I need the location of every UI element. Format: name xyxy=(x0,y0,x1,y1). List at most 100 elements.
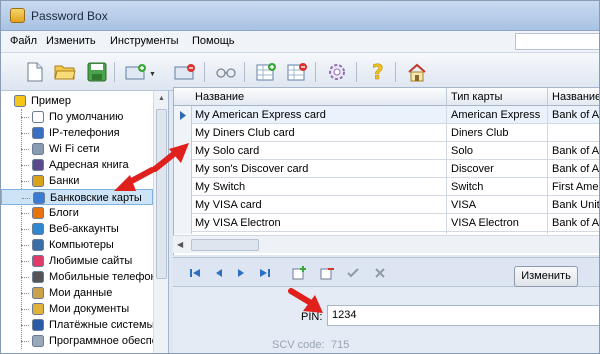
tree-item[interactable]: Программное обеспечение xyxy=(1,333,168,349)
user-icon xyxy=(31,286,45,300)
next-record-icon[interactable] xyxy=(233,266,249,280)
column-separator xyxy=(446,106,447,234)
phone-icon xyxy=(31,126,45,140)
tree-connector xyxy=(21,213,29,214)
gear-icon[interactable] xyxy=(325,60,349,84)
records-grid: Название Тип карты Название My American … xyxy=(173,87,599,255)
tree-item[interactable]: Блоги xyxy=(1,205,153,221)
table-cell[interactable]: VISA xyxy=(451,199,547,211)
tree-item-label: Мои данные xyxy=(49,287,113,299)
table-cell[interactable]: My VISA card xyxy=(195,199,445,211)
heart-icon xyxy=(31,254,45,268)
grid-scroll-thumb[interactable] xyxy=(191,239,259,251)
toolbar-separator xyxy=(356,62,357,82)
table-cell[interactable]: My Solo card xyxy=(195,145,445,157)
table-cell[interactable]: My Diners Club card xyxy=(195,127,445,139)
tree-scrollbar[interactable]: ▲ xyxy=(153,91,168,353)
insert-record-icon[interactable] xyxy=(291,266,307,280)
column-separator[interactable] xyxy=(446,88,447,106)
new-document-icon[interactable] xyxy=(23,60,47,84)
post-edit-icon[interactable] xyxy=(345,266,361,280)
table-cell[interactable]: American Express xyxy=(451,109,547,121)
delete-record-nav-icon[interactable] xyxy=(319,266,335,280)
tree-item[interactable]: Платёжные системы xyxy=(1,317,155,333)
grid-horizontal-scrollbar[interactable]: ◀ xyxy=(173,235,599,253)
table-row[interactable]: My VISA Electron VISA Electron Bank of Am xyxy=(192,214,599,232)
tree-item-label: IP-телефония xyxy=(49,127,120,139)
first-record-icon[interactable] xyxy=(187,266,203,280)
book-icon xyxy=(31,158,45,172)
tree-item-label: Любимые сайты xyxy=(49,255,133,267)
table-row[interactable]: My VISA card VISA Bank Unite xyxy=(192,196,599,214)
table-cell[interactable]: Bank of Am xyxy=(552,217,599,229)
table-cell[interactable]: My son's Discover card xyxy=(195,163,445,175)
tree-item-label: Мобильные телефоны xyxy=(49,271,165,283)
edit-button[interactable]: Изменить xyxy=(514,266,578,287)
blank-document-icon xyxy=(31,110,45,124)
table-cell[interactable]: VISA Electron xyxy=(451,217,547,229)
table-cell[interactable]: My Switch xyxy=(195,181,445,193)
tree-connector xyxy=(21,261,29,262)
menu-file[interactable]: Файл xyxy=(10,35,37,47)
table-cell[interactable]: Bank of Am xyxy=(552,145,599,157)
delete-item-icon[interactable] xyxy=(173,60,197,84)
table-cell[interactable]: Bank Unite xyxy=(552,199,599,211)
help-icon[interactable]: ? xyxy=(366,60,390,84)
tree-item[interactable]: По умолчанию xyxy=(1,109,153,125)
scroll-up-icon[interactable]: ▲ xyxy=(158,95,165,102)
menu-edit[interactable]: Изменить xyxy=(46,35,96,47)
table-cell[interactable]: Discover xyxy=(451,163,547,175)
table-cell[interactable]: Bank of Am xyxy=(552,109,599,121)
menu-help[interactable]: Помощь xyxy=(192,35,235,47)
tree-item[interactable]: Мобильные телефоны xyxy=(1,269,165,285)
tree-item[interactable]: Пример xyxy=(1,93,153,109)
search-input[interactable] xyxy=(515,33,599,50)
tree-item-label: Wi Fi сети xyxy=(49,143,100,155)
tree-item[interactable]: Мои данные xyxy=(1,285,153,301)
table-cell[interactable]: Solo xyxy=(451,145,547,157)
menu-bar: Файл Изменить Инструменты Помощь xyxy=(1,31,599,53)
table-cell[interactable]: My VISA Electron xyxy=(195,217,445,229)
lightbulb-icon xyxy=(13,94,27,108)
red-arrow-icon xyxy=(288,288,323,313)
table-row[interactable]: My Diners Club card Diners Club xyxy=(192,124,599,142)
column-header-card-type[interactable]: Тип карты xyxy=(451,91,502,103)
column-header-name[interactable]: Название xyxy=(195,91,244,103)
scroll-left-icon[interactable]: ◀ xyxy=(177,240,183,249)
table-cell[interactable]: Diners Club xyxy=(451,127,547,139)
card-icon xyxy=(32,191,46,205)
column-separator[interactable] xyxy=(547,88,548,106)
tree-scroll-thumb[interactable] xyxy=(156,109,167,279)
tree-item[interactable]: Компьютеры xyxy=(1,237,153,253)
menu-tools[interactable]: Инструменты xyxy=(110,35,179,47)
add-item-dropdown-icon[interactable]: ▼ xyxy=(149,71,156,78)
table-cell[interactable]: My American Express card xyxy=(195,109,445,121)
column-header-bank-name[interactable]: Название xyxy=(552,91,599,103)
tree-item[interactable]: Любимые сайты xyxy=(1,253,153,269)
pin-field[interactable]: 1234 xyxy=(327,305,599,326)
table-cell[interactable]: Bank of Am xyxy=(552,163,599,175)
add-item-icon[interactable] xyxy=(124,60,148,84)
delete-record-icon[interactable] xyxy=(285,60,309,84)
tree-item[interactable]: Мои документы xyxy=(1,301,153,317)
last-record-icon[interactable] xyxy=(257,266,273,280)
table-row[interactable]: My Switch Switch First Ameri xyxy=(192,178,599,196)
table-row[interactable]: My son's Discover card Discover Bank of Am xyxy=(192,160,599,178)
table-row[interactable]: My American Express card American Express… xyxy=(192,106,599,124)
previous-record-icon[interactable] xyxy=(211,266,227,280)
table-row[interactable]: My Solo card Solo Bank of Am xyxy=(192,142,599,160)
save-disk-icon[interactable] xyxy=(85,60,109,84)
tree-item[interactable]: Веб-аккаунты xyxy=(1,221,153,237)
cancel-edit-icon[interactable] xyxy=(372,266,388,280)
tree-item-label: Платёжные системы xyxy=(49,319,155,331)
add-record-icon[interactable] xyxy=(254,60,278,84)
table-cell[interactable]: Switch xyxy=(451,181,547,193)
home-icon[interactable] xyxy=(405,60,429,84)
open-folder-icon[interactable] xyxy=(53,60,77,84)
tree-item-label: Компьютеры xyxy=(49,239,114,251)
tree-connector xyxy=(21,325,29,326)
tree-item[interactable]: IP-телефония xyxy=(1,125,153,141)
table-cell[interactable]: First Ameri xyxy=(552,181,599,193)
glasses-icon[interactable] xyxy=(214,60,238,84)
tree-item[interactable]: Wi Fi сети xyxy=(1,141,153,157)
